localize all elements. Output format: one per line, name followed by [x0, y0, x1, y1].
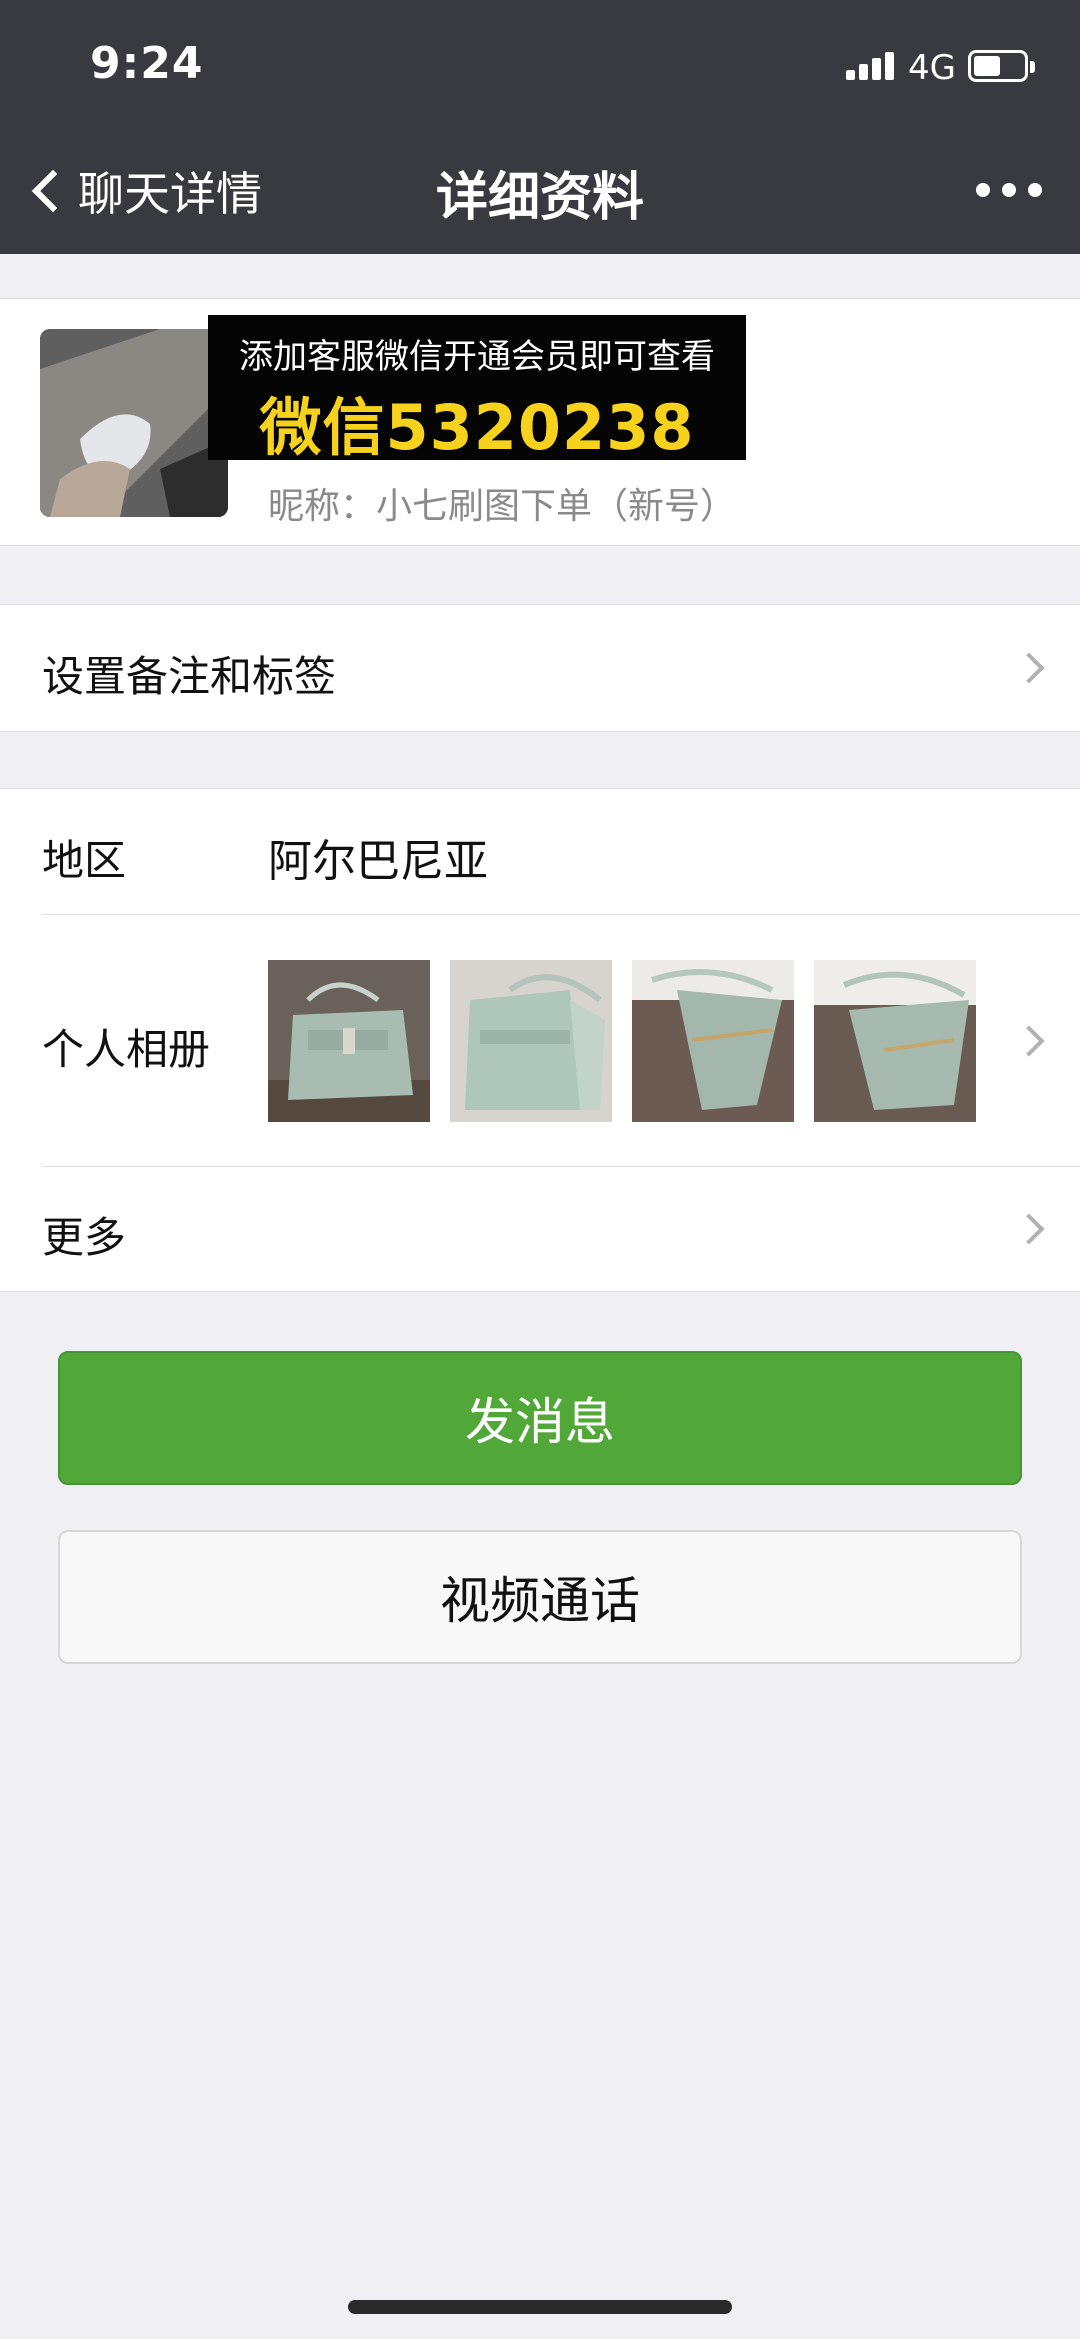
- status-time: 9:24: [90, 38, 204, 89]
- video-call-button[interactable]: 视频通话: [58, 1530, 1022, 1664]
- album-thumbnails: [268, 960, 976, 1122]
- details-group: 地区 阿尔巴尼亚 个人相册 更多: [0, 788, 1080, 1292]
- region-row: 地区 阿尔巴尼亚: [0, 789, 1080, 914]
- chevron-right-icon: [1013, 1025, 1045, 1057]
- remark-tags-group: 设置备注和标签: [0, 604, 1080, 732]
- profile-card: 添加客服微信开通会员即可查看 微信5320238 昵称：小七刷图下单（新号）: [0, 298, 1080, 546]
- contact-profile-screen: 9:24 4G 聊天详情 详细资料 添加客服微信开通会员即可查看 微信53202…: [0, 0, 1080, 2339]
- promo-banner: 添加客服微信开通会员即可查看 微信5320238: [208, 315, 746, 464]
- settings-row-remark-tags[interactable]: 设置备注和标签: [0, 605, 1080, 731]
- home-indicator[interactable]: [348, 2300, 732, 2314]
- chevron-right-icon: [1013, 652, 1045, 684]
- promo-banner-wechat-id: 微信5320238: [259, 391, 695, 464]
- settings-row-label: 设置备注和标签: [42, 652, 337, 701]
- album-photo[interactable]: [632, 960, 794, 1122]
- album-label: 个人相册: [42, 1025, 211, 1074]
- more-icon[interactable]: [976, 178, 1042, 202]
- more-row[interactable]: 更多: [0, 1166, 1080, 1291]
- album-photo[interactable]: [814, 960, 976, 1122]
- promo-banner-text: 添加客服微信开通会员即可查看: [239, 337, 715, 377]
- more-label: 更多: [42, 1213, 127, 1262]
- signal-icon: [846, 50, 898, 80]
- top-bar: 9:24 4G 聊天详情 详细资料: [0, 0, 1080, 254]
- region-label: 地区: [42, 836, 127, 885]
- album-photo[interactable]: [450, 960, 612, 1122]
- network-type: 4G: [908, 48, 956, 88]
- album-photo[interactable]: [268, 960, 430, 1122]
- avatar[interactable]: [40, 329, 228, 517]
- region-value: 阿尔巴尼亚: [268, 836, 488, 887]
- chevron-right-icon: [1013, 1213, 1045, 1245]
- album-row[interactable]: 个人相册: [0, 914, 1080, 1166]
- page-title: 详细资料: [435, 168, 644, 228]
- send-message-button[interactable]: 发消息: [58, 1351, 1022, 1485]
- battery-icon: [968, 50, 1035, 82]
- nickname: 昵称：小七刷图下单（新号）: [268, 486, 737, 527]
